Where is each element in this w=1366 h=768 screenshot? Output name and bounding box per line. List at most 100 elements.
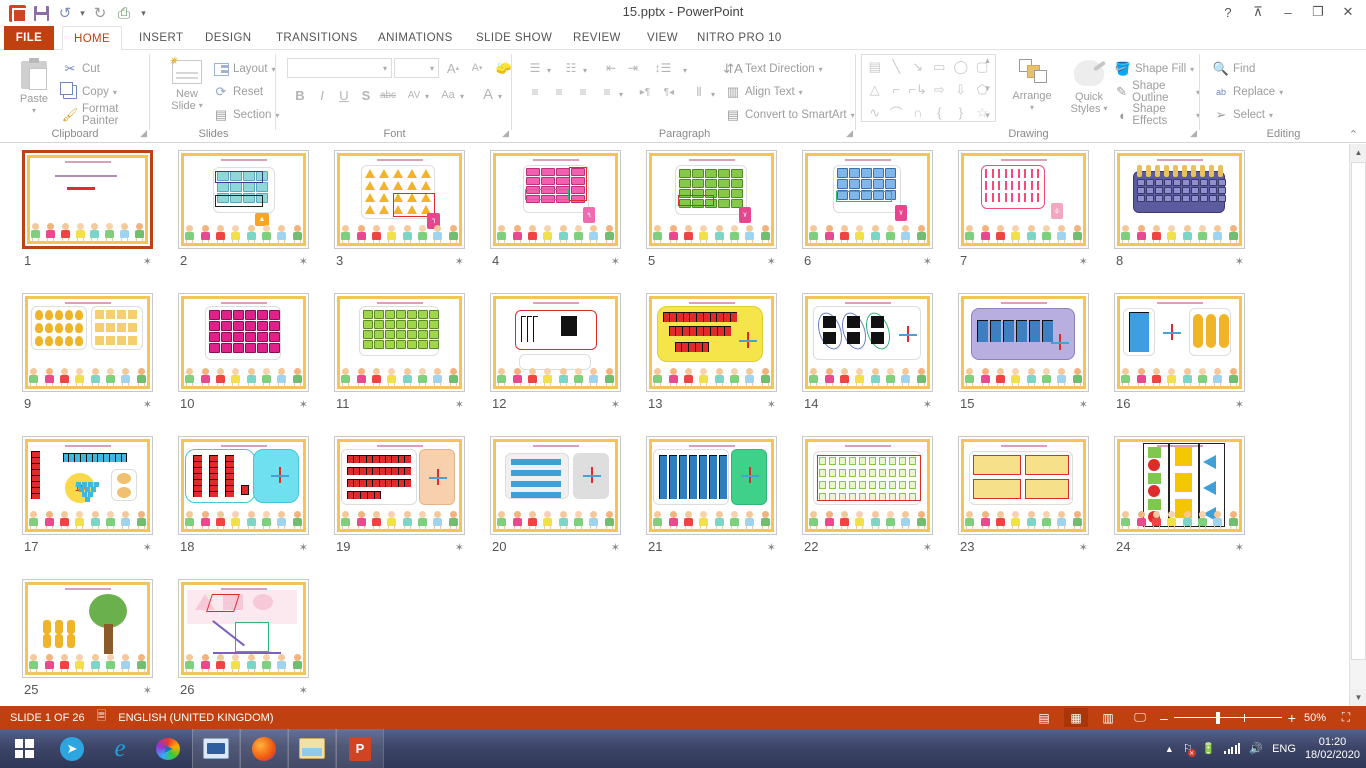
slide-thumbnail[interactable] bbox=[802, 293, 933, 392]
tab-insert[interactable]: INSERT bbox=[128, 26, 194, 50]
slide-thumbnail-cell[interactable]: ٦3✶ bbox=[322, 150, 478, 293]
slide-thumbnail-cell[interactable]: ▲2✶ bbox=[166, 150, 322, 293]
slide-thumbnail[interactable] bbox=[646, 293, 777, 392]
numbering-dropdown-icon[interactable]: ▾ bbox=[583, 66, 587, 75]
slide-thumbnail[interactable] bbox=[958, 293, 1089, 392]
slide-preview[interactable]: ٩ bbox=[490, 150, 621, 249]
slide-sorter-pane[interactable]: 1✶▲2✶٦3✶٩4✶٧5✶٧6✶٥7✶8✶9✶10✶11✶12✶13✶14✶1… bbox=[0, 144, 1366, 706]
signal-bars-icon[interactable] bbox=[1224, 743, 1240, 754]
line-spacing-button[interactable]: ↕☰ bbox=[653, 58, 673, 78]
line-shape-icon[interactable]: ╲ bbox=[887, 57, 907, 76]
animation-star-icon[interactable]: ✶ bbox=[1235, 398, 1244, 411]
slide-preview[interactable] bbox=[1114, 436, 1245, 535]
shape-fill-button[interactable]: 🪣 Shape Fill ▾ bbox=[1115, 58, 1194, 80]
justify-dropdown-icon[interactable]: ▾ bbox=[619, 90, 623, 99]
align-center-button[interactable]: ≡ bbox=[549, 82, 569, 102]
slide-thumbnail-cell[interactable]: 11✶ bbox=[322, 293, 478, 436]
slide-show-button[interactable]: 🖵 bbox=[1128, 708, 1152, 727]
slide-preview[interactable] bbox=[958, 436, 1089, 535]
select-button[interactable]: ➢ Select ▾ bbox=[1213, 104, 1273, 126]
slide-thumbnail[interactable] bbox=[646, 436, 777, 535]
reset-button[interactable]: ⟳ Reset bbox=[213, 81, 263, 103]
arrange-dropdown-icon[interactable]: ▾ bbox=[1030, 102, 1034, 114]
slide-thumbnail[interactable] bbox=[22, 293, 153, 392]
shapes-scroll-up-icon[interactable]: ▲ bbox=[984, 56, 992, 65]
slide-thumbnail[interactable]: ٦ bbox=[334, 150, 465, 249]
slide-thumbnail[interactable] bbox=[802, 436, 933, 535]
slide-thumbnail[interactable] bbox=[1114, 150, 1245, 249]
replace-dropdown-icon[interactable]: ▾ bbox=[1279, 88, 1283, 97]
slide-thumbnail[interactable]: ٩ bbox=[490, 150, 621, 249]
font-color-dropdown-icon[interactable]: ▾ bbox=[498, 92, 502, 101]
font-size-dropdown-icon[interactable]: ▾ bbox=[430, 64, 434, 73]
zoom-in-button[interactable]: + bbox=[1288, 710, 1296, 726]
copy-dropdown-icon[interactable]: ▾ bbox=[113, 88, 117, 97]
select-dropdown-icon[interactable]: ▾ bbox=[1269, 111, 1273, 120]
slide-thumbnail[interactable] bbox=[178, 293, 309, 392]
tab-transitions[interactable]: TRANSITIONS bbox=[265, 26, 369, 50]
show-hidden-icons-button[interactable]: ▲ bbox=[1165, 744, 1174, 754]
ribbon-display-options-icon[interactable]: ⊼ bbox=[1244, 2, 1272, 22]
shapes-scroll-down-icon[interactable]: ▼ bbox=[984, 84, 992, 93]
close-button[interactable]: ✕ bbox=[1334, 2, 1362, 22]
slide-thumbnail-cell[interactable]: 24✶ bbox=[1102, 436, 1258, 579]
slide-thumbnail-cell[interactable]: 19✶ bbox=[322, 436, 478, 579]
increase-indent-button[interactable]: ⇥ bbox=[623, 58, 643, 78]
slide-thumbnail[interactable] bbox=[490, 293, 621, 392]
slide-preview[interactable] bbox=[490, 293, 621, 392]
shape-effects-button[interactable]: ◖ Shape Effects ▾ bbox=[1115, 104, 1200, 126]
taskbar-firefox-button[interactable] bbox=[240, 729, 288, 768]
slide-thumbnail[interactable] bbox=[958, 436, 1089, 535]
animation-star-icon[interactable]: ✶ bbox=[1079, 541, 1088, 554]
animation-star-icon[interactable]: ✶ bbox=[1079, 255, 1088, 268]
zoom-handle[interactable] bbox=[1216, 712, 1220, 724]
right-arrow-shape-icon[interactable]: ⇨ bbox=[930, 80, 950, 99]
quick-styles-button[interactable]: Quick Styles ▾ bbox=[1061, 56, 1117, 115]
shapes-gallery-scroll[interactable]: ▲ ▼ ▼ bbox=[981, 56, 994, 120]
fit-slide-to-window-button[interactable]: ⛶ bbox=[1334, 708, 1358, 727]
animation-star-icon[interactable]: ✶ bbox=[767, 255, 776, 268]
decrease-font-size-button[interactable]: A▾ bbox=[466, 57, 488, 79]
slide-preview[interactable]: ▲ bbox=[178, 150, 309, 249]
paste-dropdown-icon[interactable]: ▾ bbox=[32, 105, 36, 117]
copy-button[interactable]: Copy ▾ bbox=[62, 81, 117, 103]
animation-star-icon[interactable]: ✶ bbox=[1079, 398, 1088, 411]
slide-thumbnail-cell[interactable]: 23✶ bbox=[946, 436, 1102, 579]
tab-slide-show[interactable]: SLIDE SHOW bbox=[465, 26, 563, 50]
animation-star-icon[interactable]: ✶ bbox=[611, 255, 620, 268]
triangle-shape-icon[interactable]: △ bbox=[865, 80, 885, 99]
slide-thumbnail[interactable]: ▲ bbox=[178, 150, 309, 249]
animation-star-icon[interactable]: ✶ bbox=[299, 684, 308, 697]
slide-thumbnail[interactable] bbox=[334, 293, 465, 392]
slide-thumbnail[interactable]: 10 bbox=[22, 436, 153, 535]
bold-button[interactable]: B bbox=[289, 84, 311, 106]
font-size-combobox[interactable]: ▾ bbox=[394, 58, 439, 78]
font-name-dropdown-icon[interactable]: ▾ bbox=[383, 64, 387, 73]
animation-star-icon[interactable]: ✶ bbox=[299, 398, 308, 411]
animation-star-icon[interactable]: ✶ bbox=[299, 255, 308, 268]
arrow-shape-icon[interactable]: ↘ bbox=[908, 57, 928, 76]
section-button[interactable]: ▤ Section ▾ bbox=[213, 104, 279, 126]
slide-thumbnail[interactable] bbox=[490, 436, 621, 535]
arrange-button[interactable]: Arrange ▾ bbox=[1004, 56, 1060, 114]
slide-preview[interactable] bbox=[22, 293, 153, 392]
tab-review[interactable]: REVIEW bbox=[562, 26, 632, 50]
tab-view[interactable]: VIEW bbox=[636, 26, 689, 50]
zoom-track[interactable] bbox=[1174, 712, 1282, 724]
tab-animations[interactable]: ANIMATIONS bbox=[367, 26, 464, 50]
slide-thumbnail[interactable] bbox=[22, 150, 153, 249]
slide-thumbnail-cell[interactable]: 13✶ bbox=[634, 293, 790, 436]
taskbar-file-explorer-button[interactable] bbox=[288, 729, 336, 768]
slide-preview[interactable] bbox=[334, 293, 465, 392]
animation-star-icon[interactable]: ✶ bbox=[611, 541, 620, 554]
slide-preview[interactable]: ٧ bbox=[802, 150, 933, 249]
minimize-button[interactable]: – bbox=[1274, 2, 1302, 22]
zoom-level[interactable]: 50% bbox=[1304, 712, 1326, 724]
taskbar-internet-explorer-button[interactable]: e bbox=[96, 729, 144, 768]
rtl-text-direction-button[interactable]: ¶◂ bbox=[659, 82, 679, 102]
paste-button[interactable]: Paste ▾ bbox=[6, 56, 62, 117]
taskbar-idm-button[interactable]: ➤ bbox=[144, 729, 192, 768]
zoom-slider[interactable]: – + bbox=[1160, 710, 1296, 726]
text-shadow-button[interactable]: S bbox=[355, 84, 377, 106]
slide-preview[interactable] bbox=[490, 436, 621, 535]
